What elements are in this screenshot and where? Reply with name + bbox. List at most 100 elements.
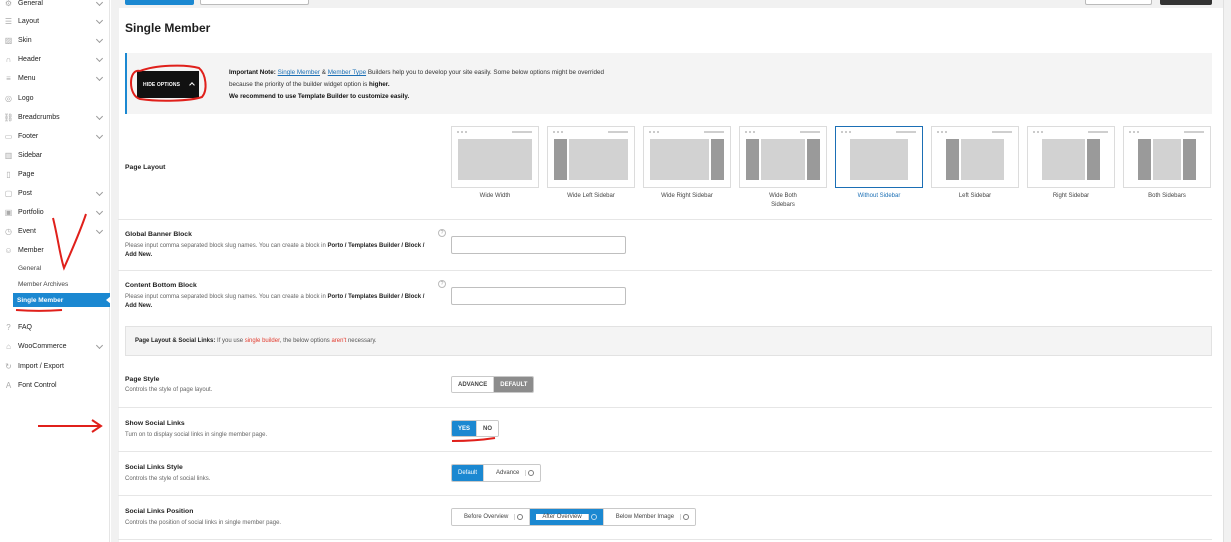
thumb-dot [653, 131, 655, 133]
layout-option-right-sidebar[interactable] [1027, 126, 1115, 188]
sidebar-item-event[interactable]: ◷ Event [0, 222, 110, 241]
layout-option-wide-width[interactable] [451, 126, 539, 188]
search-field-top[interactable] [1085, 0, 1152, 5]
thumb-dot [465, 131, 467, 133]
layout-option-left-sidebar[interactable] [931, 126, 1019, 188]
thumb-left-sidebar [946, 139, 959, 180]
sidebar-item-layout[interactable]: ☰ Layout [0, 12, 110, 31]
social-style-default[interactable]: Default [452, 465, 485, 481]
sidebar-item-portfolio[interactable]: ▣ Portfolio [0, 203, 110, 222]
page-layout-label: Page Layout [125, 164, 166, 171]
page-style-default[interactable]: DEFAULT [494, 377, 534, 392]
page-style-advance[interactable]: ADVANCE [452, 377, 495, 392]
thumb-dot [945, 131, 947, 133]
question-icon: ? [6, 323, 11, 332]
hide-options-button[interactable]: HIDE OPTIONS [137, 71, 199, 98]
font-icon: A [5, 381, 12, 390]
sidebar-item-woocommerce[interactable]: ⌂ WooCommerce [0, 337, 110, 356]
sidebar-item-breadcrumbs[interactable]: ⛓ Breadcrumbs [0, 108, 110, 127]
divider [118, 270, 1212, 271]
member-type-link[interactable]: Member Type [328, 69, 366, 76]
footer-icon: ▭ [4, 132, 13, 141]
thumb-content [1042, 139, 1085, 180]
sidebar-item-header[interactable]: ∩ Header [0, 50, 110, 69]
social-links-no[interactable]: NO [477, 421, 499, 436]
question-icon [590, 514, 597, 520]
question-icon [683, 514, 690, 520]
post-icon: ▢ [4, 189, 13, 198]
divider [118, 539, 1212, 540]
scrollbar[interactable] [1223, 0, 1231, 542]
chevron-down-icon [95, 112, 104, 121]
sidebar-item-sidebar[interactable]: ▥ Sidebar [0, 146, 110, 165]
notice-text: Important Note: Single Member & Member T… [229, 69, 604, 100]
thumb-dot [457, 131, 459, 133]
divider [118, 219, 1212, 220]
page-style-desc: Controls the style of page layout. [125, 387, 213, 393]
social-style-advance[interactable]: Advance [484, 465, 541, 481]
thumb-dot [1133, 131, 1135, 133]
social-links-style-label: Social Links Style [125, 464, 183, 471]
thumb-content [1153, 139, 1181, 180]
thumb-bar [1088, 131, 1108, 133]
save-button-top[interactable] [125, 0, 194, 5]
layout-option-both-sidebars[interactable] [1123, 126, 1211, 188]
single-member-link[interactable]: Single Member [278, 69, 320, 76]
thumb-content [761, 139, 805, 180]
sidebar-subitem-member-archives[interactable]: Member Archives [18, 281, 68, 288]
page-icon: ▯ [6, 170, 11, 179]
sidebar-subitem-general[interactable]: General [18, 265, 41, 272]
reset-button-top[interactable] [200, 0, 309, 5]
global-banner-input[interactable] [451, 236, 626, 254]
options-sidebar: ⚙ General ☰ Layout ▨ Skin ∩ Header ≡ Menu ◎ Lo… [0, 0, 111, 542]
thumb-dot [941, 131, 943, 133]
position-below-member-image[interactable]: Below Member Image [603, 509, 696, 525]
sidebar-item-font-control[interactable]: A Font Control [0, 376, 110, 395]
content-bottom-input[interactable] [451, 287, 626, 305]
thumb-dot [1041, 131, 1043, 133]
sidebar-item-page[interactable]: ▯ Page [0, 165, 110, 184]
help-icon[interactable]: ? [438, 229, 446, 237]
layout-option-without-sidebar[interactable] [835, 126, 923, 188]
submit-button-top[interactable] [1160, 0, 1212, 5]
sidebar-item-menu[interactable]: ≡ Menu [0, 69, 110, 88]
chevron-up-icon [189, 82, 195, 88]
thumb-dot [1037, 131, 1039, 133]
layout-option-wide-left-sidebar[interactable] [547, 126, 635, 188]
sidebar-item-member[interactable]: ☺ Member [0, 241, 110, 260]
sidebar-item-skin[interactable]: ▨ Skin [0, 31, 110, 50]
logo-icon: ◎ [5, 94, 12, 103]
thumb-dot [1129, 131, 1131, 133]
position-after-overview[interactable]: After Overview [530, 509, 604, 525]
layout-option-label: Right Sidebar [1052, 193, 1090, 199]
image-icon: ▨ [4, 36, 13, 45]
chevron-down-icon [95, 73, 104, 82]
sidebar-item-footer[interactable]: ▭ Footer [0, 127, 110, 146]
divider [118, 495, 1212, 496]
chevron-down-icon [95, 54, 104, 63]
thumb-dot [1137, 131, 1139, 133]
thumb-right-sidebar [1183, 139, 1196, 180]
position-before-overview[interactable]: Before Overview [452, 509, 531, 525]
thumb-dot [753, 131, 755, 133]
link-icon: ⛓ [3, 113, 14, 122]
social-links-yes[interactable]: YES [452, 421, 478, 436]
sidebar-subitem-single-member[interactable]: Single Member [13, 293, 111, 307]
gear-icon: ⚙ [4, 0, 13, 8]
layout-option-wide-both-sidebars[interactable] [739, 126, 827, 188]
sidebar-item-import-export[interactable]: ↻ Import / Export [0, 357, 110, 376]
layout-option-wide-right-sidebar[interactable] [643, 126, 731, 188]
sidebar-item-faq[interactable]: ? FAQ [0, 318, 110, 337]
sidebar-item-logo[interactable]: ◎ Logo [0, 89, 110, 108]
thumb-dot [561, 131, 563, 133]
thumb-dot [657, 131, 659, 133]
sidebar-icon: ▥ [4, 151, 13, 160]
divider [118, 407, 1212, 408]
thumb-bar [704, 131, 724, 133]
header-icon: ∩ [5, 55, 12, 64]
help-icon[interactable]: ? [438, 280, 446, 288]
thumb-right-sidebar [807, 139, 820, 180]
thumb-left-sidebar [1138, 139, 1151, 180]
sidebar-item-post[interactable]: ▢ Post [0, 184, 110, 203]
layout-option-label: Wide Left Sidebar [567, 193, 615, 199]
